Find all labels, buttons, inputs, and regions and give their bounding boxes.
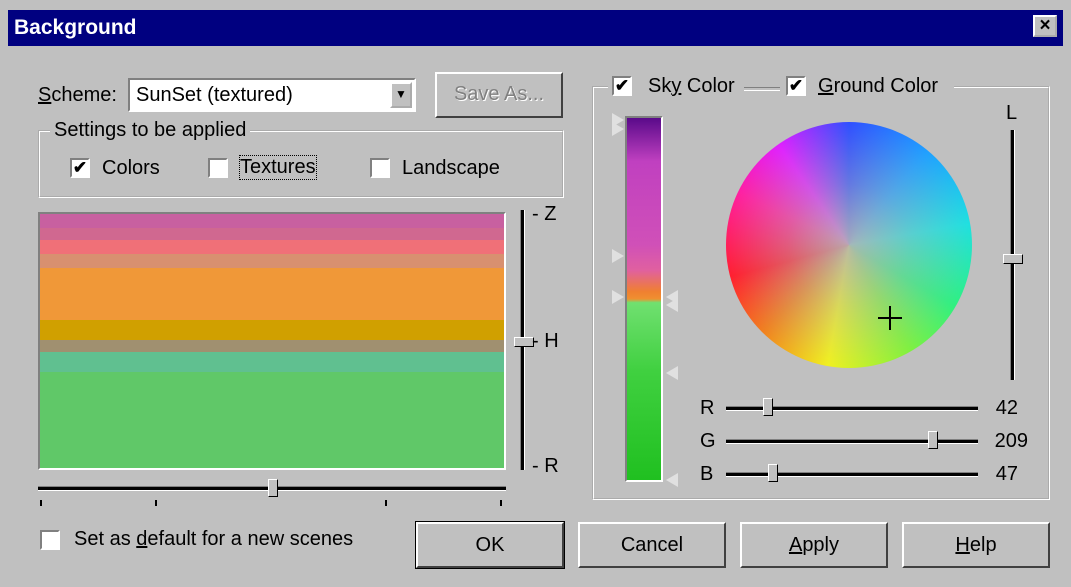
red-slider-thumb[interactable] <box>762 398 773 416</box>
ground-color-label: Ground Color <box>818 75 939 97</box>
set-default-checkbox[interactable] <box>40 530 60 550</box>
pan-slider-thumb[interactable] <box>268 479 278 497</box>
blue-value: 47 <box>995 463 1018 485</box>
blue-label: B <box>700 463 714 485</box>
preview-band <box>40 240 504 254</box>
gradient-marker[interactable] <box>612 249 624 263</box>
landscape-label: Landscape <box>402 157 500 179</box>
green-value: 209 <box>994 430 1028 452</box>
scheme-label: Scheme: <box>38 84 117 106</box>
lightness-label: L <box>1006 102 1018 124</box>
gradient-marker[interactable] <box>612 290 624 304</box>
green-slider-track[interactable] <box>726 439 978 444</box>
sky-ground-gradient[interactable] <box>625 116 663 482</box>
ok-button[interactable]: OK <box>415 521 565 569</box>
textures-label: Textures <box>239 155 317 180</box>
colors-label: Colors <box>102 157 160 179</box>
help-button[interactable]: Help <box>902 522 1050 568</box>
blue-slider-track[interactable] <box>726 472 978 477</box>
scheme-value: SunSet (textured) <box>136 84 293 106</box>
preview-band <box>40 372 504 468</box>
axis-label-z: - Z <box>532 203 557 225</box>
red-value: 42 <box>995 397 1018 419</box>
green-label: G <box>700 430 716 452</box>
gradient-marker[interactable] <box>666 298 678 312</box>
apply-button[interactable]: Apply <box>740 522 888 568</box>
legend-divider <box>744 87 780 91</box>
save-as-button[interactable]: Save As... <box>435 72 563 118</box>
gradient-marker[interactable] <box>666 473 678 487</box>
ground-color-checkbox[interactable]: ✔ <box>786 76 806 96</box>
gradient-marker[interactable] <box>612 122 624 136</box>
slider-tick <box>155 500 157 506</box>
preview-band <box>40 340 504 352</box>
lightness-slider-thumb[interactable] <box>1003 254 1023 264</box>
chevron-down-icon[interactable]: ▼ <box>390 82 412 108</box>
close-icon[interactable]: × <box>1033 15 1057 37</box>
cancel-button[interactable]: Cancel <box>578 522 726 568</box>
height-slider-thumb[interactable] <box>514 337 534 347</box>
axis-label-r: - R <box>532 455 559 477</box>
preview-band <box>40 214 504 228</box>
colors-checkbox[interactable]: ✔ <box>70 158 90 178</box>
sky-preview <box>38 212 506 470</box>
background-dialog: Background × Scheme: SunSet (textured) ▼… <box>0 0 1071 587</box>
sky-color-label: Sky Color <box>648 75 735 97</box>
crosshair-icon[interactable] <box>878 306 902 330</box>
red-label: R <box>700 397 715 419</box>
textures-checkbox[interactable] <box>208 158 228 178</box>
window-title: Background <box>14 16 137 39</box>
sky-color-checkbox[interactable]: ✔ <box>612 76 632 96</box>
preview-band <box>40 320 504 340</box>
title-bar: Background × <box>8 10 1063 46</box>
settings-legend: Settings to be applied <box>50 119 251 142</box>
scheme-select[interactable]: SunSet (textured) ▼ <box>128 78 416 112</box>
slider-tick <box>500 500 502 506</box>
axis-label-h: - H <box>532 330 559 352</box>
gradient-marker[interactable] <box>666 366 678 380</box>
landscape-checkbox[interactable] <box>370 158 390 178</box>
color-wheel[interactable] <box>726 122 972 368</box>
preview-band <box>40 268 504 320</box>
slider-tick <box>385 500 387 506</box>
slider-tick <box>40 500 42 506</box>
set-default-label: Set as default for a new scenes <box>74 528 354 550</box>
preview-band <box>40 228 504 240</box>
green-slider-thumb[interactable] <box>927 431 938 449</box>
blue-slider-thumb[interactable] <box>767 464 778 482</box>
preview-band <box>40 352 504 372</box>
preview-band <box>40 254 504 268</box>
